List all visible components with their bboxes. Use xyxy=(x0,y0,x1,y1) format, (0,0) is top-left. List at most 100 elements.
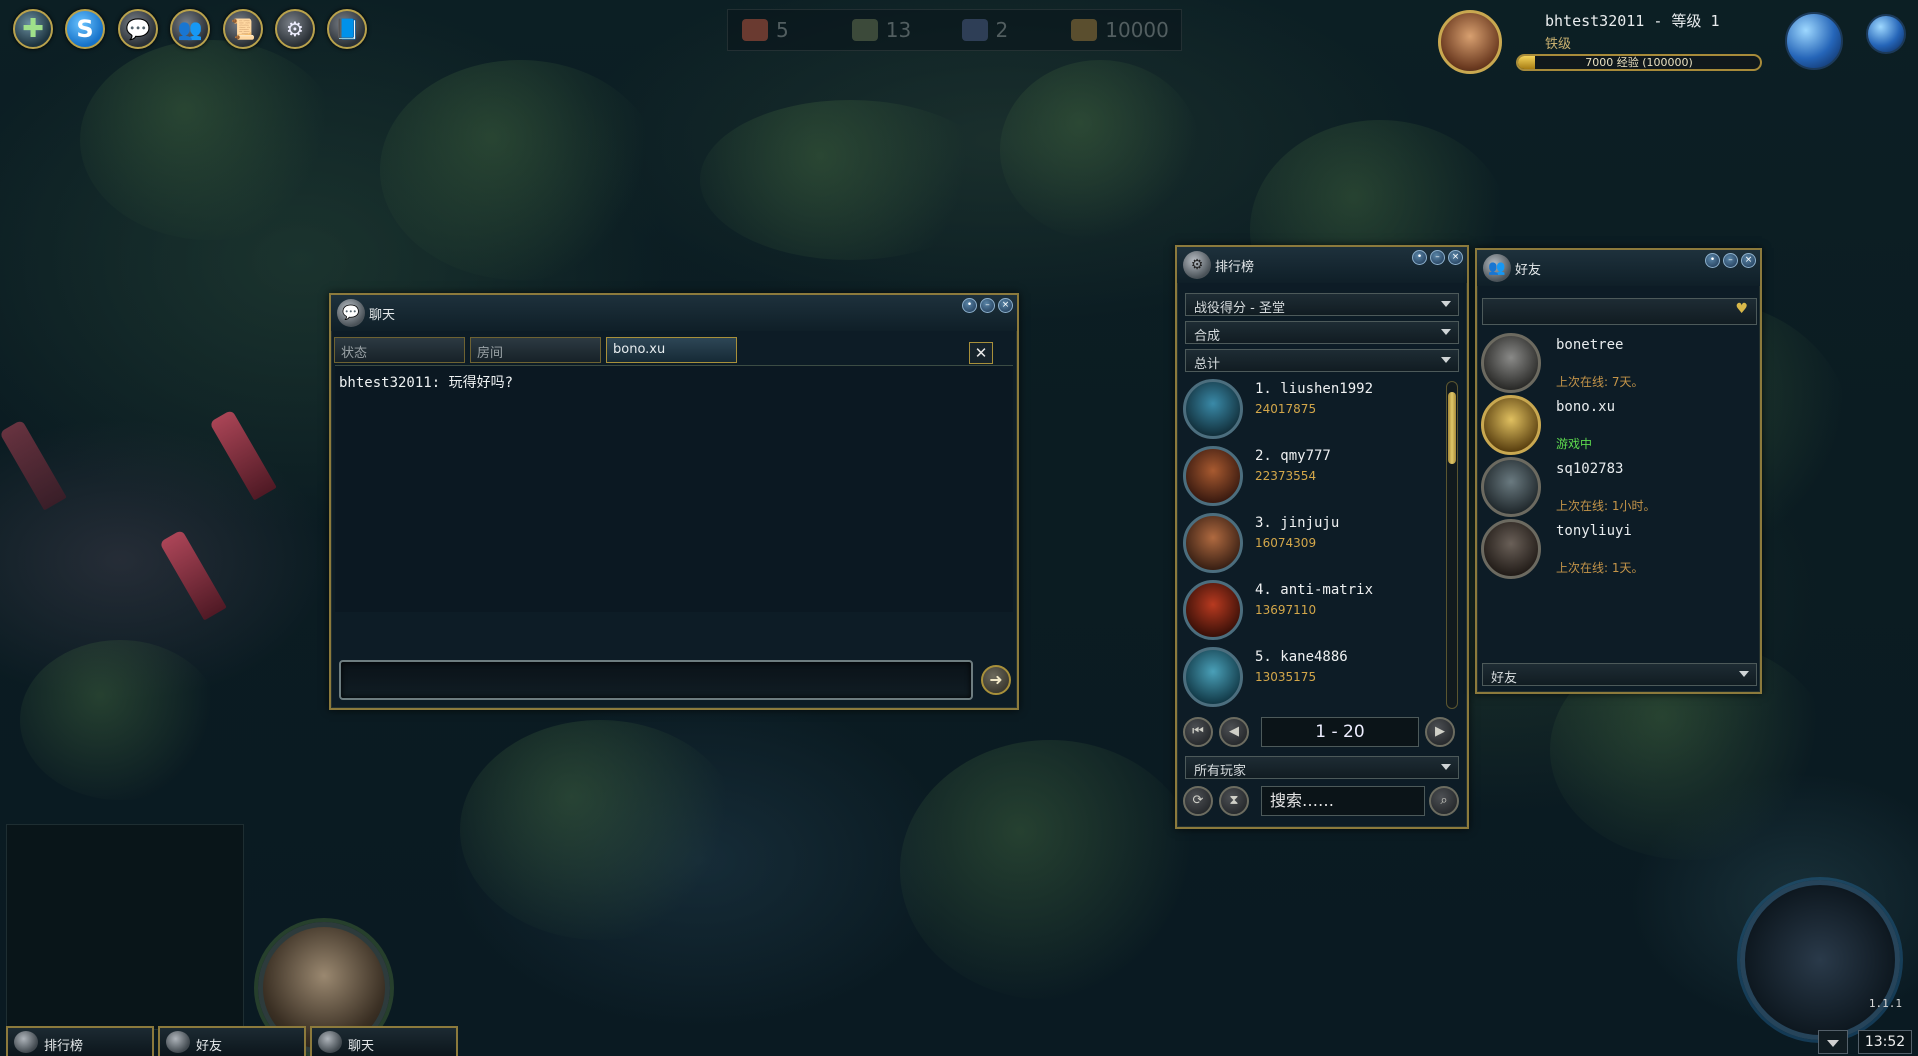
chat-toolbar-button[interactable]: 💬 xyxy=(118,9,158,49)
gem-icon xyxy=(961,19,988,41)
globe-icon[interactable] xyxy=(1785,12,1843,70)
friend-item[interactable]: bono.xu 游戏中 xyxy=(1481,395,1751,457)
ranking-row[interactable]: 5. kane4886 13035175 xyxy=(1183,645,1445,710)
dropdown-value: 好友 xyxy=(1491,671,1518,686)
close-icon[interactable]: × xyxy=(1448,250,1463,265)
ranking-window: ⚙ 排行榜 • – × 战役得分 - 圣堂 合成 总计 1. liushen19… xyxy=(1175,245,1469,829)
end-turn-button[interactable] xyxy=(1740,880,1900,1040)
avatar xyxy=(1183,379,1243,439)
ranking-search-input[interactable]: 搜索…… xyxy=(1261,786,1425,816)
resource-bar: 5 13 2 10000 xyxy=(727,9,1182,51)
friend-name: bono.xu xyxy=(1556,399,1616,415)
friends-titlebar[interactable]: 👥 好友 • – × xyxy=(1477,250,1760,286)
ranking-row[interactable]: 4. anti-matrix 13697110 xyxy=(1183,578,1445,643)
ranking-row[interactable]: 1. liushen1992 24017875 xyxy=(1183,377,1445,442)
bottom-tab-label: 好友 xyxy=(196,1039,223,1054)
friends-icon xyxy=(166,1031,190,1053)
friend-search-input[interactable]: ♥ xyxy=(1482,298,1757,325)
minimize-icon[interactable]: – xyxy=(980,298,995,313)
avatar xyxy=(1481,457,1541,517)
resource-value: 13 xyxy=(885,18,912,42)
chat-log: bhtest32011: 玩得好吗? xyxy=(335,365,1013,612)
avatar xyxy=(1183,580,1243,640)
ranking-score: 13035175 xyxy=(1255,670,1317,684)
prev-page-button[interactable]: ◀ xyxy=(1219,717,1249,747)
chat-input[interactable] xyxy=(339,660,973,700)
tab-room[interactable]: 房间 xyxy=(470,337,601,363)
friend-name: tonyliuyi xyxy=(1556,523,1632,539)
bottom-tab-friends[interactable]: 好友 xyxy=(158,1026,306,1056)
send-button[interactable]: ➜ xyxy=(981,665,1011,695)
friend-item[interactable]: bonetree 上次在线: 7天。 xyxy=(1481,333,1751,395)
ranking-row[interactable]: 3. jinjuju 16074309 xyxy=(1183,511,1445,576)
ranking-score: 24017875 xyxy=(1255,402,1317,416)
bottom-tab-ranking[interactable]: 排行榜 xyxy=(6,1026,154,1056)
ranking-titlebar[interactable]: ⚙ 排行榜 • – × xyxy=(1177,247,1467,283)
ore-icon xyxy=(742,19,768,41)
ranking-mode-dropdown[interactable]: 合成 xyxy=(1185,321,1459,344)
avatar xyxy=(1481,519,1541,579)
gold-icon xyxy=(1071,19,1098,41)
dropdown-value: 所有玩家 xyxy=(1194,764,1247,779)
minimap[interactable] xyxy=(6,824,244,1030)
world-icon[interactable] xyxy=(1866,14,1906,54)
ranking-period-dropdown[interactable]: 总计 xyxy=(1185,349,1459,372)
dropdown-value: 合成 xyxy=(1194,329,1221,344)
ranking-player: 1. liushen1992 xyxy=(1255,381,1374,397)
minimize-icon[interactable]: – xyxy=(1430,250,1445,265)
ranking-icon xyxy=(14,1031,38,1053)
ranking-score: 22373554 xyxy=(1255,469,1317,483)
ranking-row[interactable]: 2. qmy777 22373554 xyxy=(1183,444,1445,509)
dropdown-value: 总计 xyxy=(1194,357,1221,372)
ranking-category-dropdown[interactable]: 战役得分 - 圣堂 xyxy=(1185,293,1459,316)
next-page-button[interactable]: ▶ xyxy=(1425,717,1455,747)
scrollbar-thumb[interactable] xyxy=(1448,392,1456,464)
pin-icon[interactable]: • xyxy=(1705,253,1720,268)
heart-icon[interactable]: ♥ xyxy=(1735,301,1748,317)
friend-item[interactable]: tonyliuyi 上次在线: 1天。 xyxy=(1481,519,1751,581)
scroll-toolbar-button[interactable]: 📜 xyxy=(223,9,263,49)
scroll-icon: 📜 xyxy=(230,17,256,41)
ranking-toolbar-button[interactable]: ⚙ xyxy=(275,9,315,49)
first-page-button[interactable]: ⏮ xyxy=(1183,717,1213,747)
friends-filter-dropdown[interactable]: 好友 xyxy=(1482,663,1757,686)
dropdown-value: 战役得分 - 圣堂 xyxy=(1194,301,1285,316)
friend-status: 上次在线: 1天。 xyxy=(1556,561,1644,575)
chat-titlebar[interactable]: 💬 聊天 • – × xyxy=(331,295,1017,331)
ranking-player: 2. qmy777 xyxy=(1255,448,1331,464)
friend-item[interactable]: sq102783 上次在线: 1小时。 xyxy=(1481,457,1751,519)
close-tab-button[interactable]: ✕ xyxy=(969,342,993,364)
ranking-title: 排行榜 xyxy=(1215,260,1255,275)
ranking-scrollbar[interactable] xyxy=(1446,381,1458,709)
resource-value: 5 xyxy=(776,18,789,42)
menu-button[interactable] xyxy=(1818,1030,1848,1054)
friends-title: 好友 xyxy=(1515,263,1542,278)
minimize-icon[interactable]: – xyxy=(1723,253,1738,268)
friend-name: bonetree xyxy=(1556,337,1624,353)
refresh-button[interactable]: ⟳ xyxy=(1183,786,1213,816)
resource-green: 13 xyxy=(851,18,962,42)
page-range: 1 - 20 xyxy=(1261,717,1419,747)
book-toolbar-button[interactable]: 📘 xyxy=(327,9,367,49)
friends-toolbar-button[interactable]: 👥 xyxy=(170,9,210,49)
avatar xyxy=(1183,647,1243,707)
chat-icon: 💬 xyxy=(337,299,365,327)
gear-icon: ⚙ xyxy=(286,17,304,41)
search-button[interactable]: ⌕ xyxy=(1429,786,1459,816)
player-filter-dropdown[interactable]: 所有玩家 xyxy=(1185,756,1459,779)
avatar xyxy=(1481,395,1541,455)
pin-icon[interactable]: • xyxy=(1412,250,1427,265)
tab-status[interactable]: 状态 xyxy=(334,337,465,363)
pin-icon[interactable]: • xyxy=(962,298,977,313)
add-button[interactable]: ✚ xyxy=(13,9,53,49)
avatar[interactable] xyxy=(1438,10,1502,74)
bottom-tab-chat[interactable]: 聊天 xyxy=(310,1026,458,1056)
close-icon[interactable]: × xyxy=(998,298,1013,313)
hourglass-button[interactable]: ⧗ xyxy=(1219,786,1249,816)
close-icon[interactable]: × xyxy=(1741,253,1756,268)
tab-bono-xu[interactable]: bono.xu xyxy=(606,337,737,363)
ranking-player: 5. kane4886 xyxy=(1255,649,1348,665)
xp-text: 7000 经验 (100000) xyxy=(1585,56,1693,69)
friend-status: 游戏中 xyxy=(1556,437,1593,451)
skype-button[interactable]: S xyxy=(65,9,105,49)
